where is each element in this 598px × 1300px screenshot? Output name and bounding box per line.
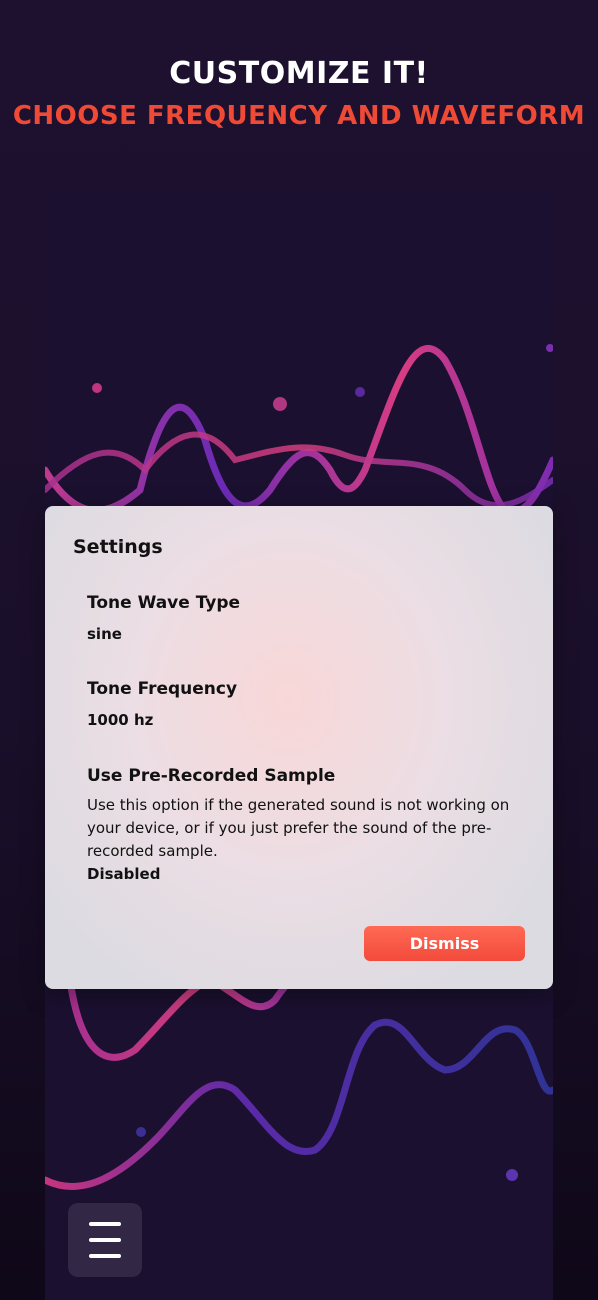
- hamburger-menu-icon: [89, 1222, 121, 1258]
- dot: [273, 397, 287, 411]
- wave-upper-1: [45, 344, 553, 516]
- setting-value: sine: [87, 625, 122, 643]
- dot: [506, 1169, 518, 1181]
- setting-label: Tone Wave Type: [87, 593, 241, 613]
- dot: [546, 344, 553, 352]
- headline-title: CUSTOMIZE IT!: [169, 56, 429, 91]
- dot: [355, 387, 365, 397]
- dialog-title: Settings: [73, 536, 163, 558]
- setting-value: 1000 hz: [87, 711, 154, 729]
- dot: [92, 383, 102, 393]
- menu-button[interactable]: [68, 1203, 142, 1277]
- setting-label: Use Pre-Recorded Sample: [87, 766, 336, 786]
- wave-lower-2: [45, 1018, 553, 1190]
- dot: [136, 1127, 146, 1137]
- setting-wave-type[interactable]: Tone Wave Type sine: [87, 593, 517, 643]
- setting-value: Disabled: [87, 865, 161, 883]
- setting-frequency[interactable]: Tone Frequency 1000 hz: [87, 679, 517, 729]
- setting-label: Tone Frequency: [87, 679, 238, 699]
- setting-pre-recorded-sample[interactable]: Use Pre-Recorded Sample Use this option …: [87, 766, 517, 883]
- settings-dialog: Settings Tone Wave Type sine Tone Freque…: [45, 506, 553, 989]
- setting-description: Use this option if the generated sound i…: [87, 796, 510, 860]
- headline-subtitle: CHOOSE FREQUENCY AND WAVEFORM: [12, 101, 586, 131]
- dismiss-button[interactable]: Dismiss: [364, 926, 525, 961]
